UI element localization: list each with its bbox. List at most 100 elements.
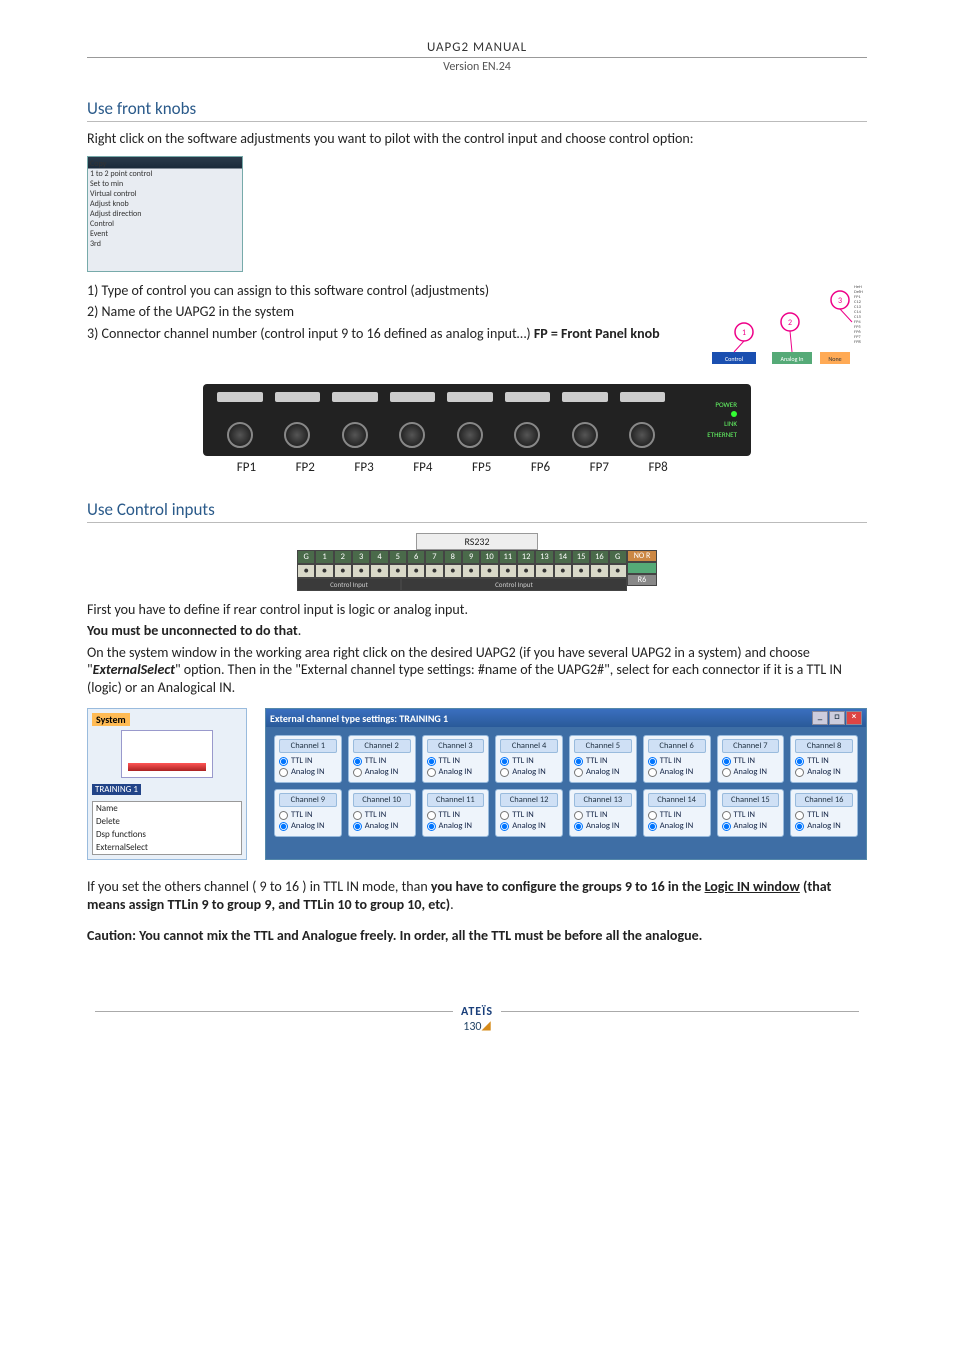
page-number: 130 xyxy=(463,1020,481,1034)
front-knobs-intro: Right click on the software adjustments … xyxy=(87,130,867,148)
external-channel-window: External channel type settings: TRAINING… xyxy=(265,708,867,860)
ttl-in-option[interactable]: TTL IN xyxy=(722,810,780,820)
channel-cell: Channel 10 TTL IN Analog IN xyxy=(348,789,416,837)
device-context-menu: Name Delete Dsp functions ExternalSelect xyxy=(92,801,242,855)
menu-item-dsp[interactable]: Dsp functions xyxy=(93,828,241,841)
channel-cell: Channel 16 TTL IN Analog IN xyxy=(790,789,858,837)
analog-in-option[interactable]: Analog IN xyxy=(353,821,411,831)
channel-cell: Channel 3 TTL IN Analog IN xyxy=(422,735,490,783)
analog-in-option[interactable]: Analog IN xyxy=(648,821,706,831)
channel-name: Channel 5 xyxy=(574,739,632,753)
channel-cell: Channel 15 TTL IN Analog IN xyxy=(717,789,785,837)
ttl-in-option[interactable]: TTL IN xyxy=(500,810,558,820)
channel-cell: Channel 11 TTL IN Analog IN xyxy=(422,789,490,837)
context-menu-image: Copy 1 to 2 point control Set to min Vir… xyxy=(87,156,243,272)
channel-cell: Channel 13 TTL IN Analog IN xyxy=(569,789,637,837)
channel-cell: Channel 12 TTL IN Analog IN xyxy=(495,789,563,837)
device-icon xyxy=(121,730,213,778)
channel-name: Channel 8 xyxy=(795,739,853,753)
channel-name: Channel 6 xyxy=(648,739,706,753)
svg-text:2: 2 xyxy=(788,318,792,328)
channel-name: Channel 1 xyxy=(279,739,337,753)
analog-in-option[interactable]: Analog IN xyxy=(279,821,337,831)
device-name: TRAINING 1 xyxy=(92,784,141,795)
channel-cell: Channel 2 TTL IN Analog IN xyxy=(348,735,416,783)
channel-name: Channel 14 xyxy=(648,793,706,807)
analog-in-option[interactable]: Analog IN xyxy=(427,821,485,831)
control-inputs-line2: You must be unconnected to do that. xyxy=(87,622,867,640)
caution-text: Caution: You cannot mix the TTL and Anal… xyxy=(87,927,867,945)
analog-in-option[interactable]: Analog IN xyxy=(574,767,632,777)
svg-text:None: None xyxy=(828,355,841,363)
ttl-in-option[interactable]: TTL IN xyxy=(353,810,411,820)
analog-in-option[interactable]: Analog IN xyxy=(353,767,411,777)
svg-text:1: 1 xyxy=(742,328,746,338)
close-icon[interactable]: × xyxy=(846,711,862,725)
svg-text:3: 3 xyxy=(838,296,842,306)
ttl-in-option[interactable]: TTL IN xyxy=(574,756,632,766)
analog-in-option[interactable]: Analog IN xyxy=(279,767,337,777)
ttl-in-option[interactable]: TTL IN xyxy=(500,756,558,766)
analog-in-option[interactable]: Analog IN xyxy=(427,767,485,777)
channel-name: Channel 12 xyxy=(500,793,558,807)
ttl-in-option[interactable]: TTL IN xyxy=(795,756,853,766)
ttl-in-option[interactable]: TTL IN xyxy=(427,756,485,766)
ttl-in-option[interactable]: TTL IN xyxy=(279,810,337,820)
ttl-in-option[interactable]: TTL IN xyxy=(574,810,632,820)
front-panel-image: POWER LINK ETHERNET xyxy=(203,384,751,456)
control-diagram: Control Analog In None 1 2 3 HeHDelH FP1… xyxy=(712,282,867,372)
analog-in-option[interactable]: Analog IN xyxy=(722,821,780,831)
section-heading-front-knobs: Use front knobs xyxy=(87,98,867,122)
channel-name: Channel 9 xyxy=(279,793,337,807)
channel-cell: Channel 7 TTL IN Analog IN xyxy=(717,735,785,783)
channel-name: Channel 15 xyxy=(722,793,780,807)
channel-name: Channel 7 xyxy=(722,739,780,753)
maximize-icon[interactable]: □ xyxy=(829,711,845,725)
ttl-in-option[interactable]: TTL IN xyxy=(648,756,706,766)
footer-logo-icon: ◢ xyxy=(482,1018,491,1033)
channel-name: Channel 11 xyxy=(427,793,485,807)
header-divider xyxy=(87,57,867,58)
channel-name: Channel 2 xyxy=(353,739,411,753)
minimize-icon[interactable]: _ xyxy=(812,711,828,725)
post-line-1: If you set the others channel ( 9 to 16 … xyxy=(87,878,867,913)
analog-in-option[interactable]: Analog IN xyxy=(722,767,780,777)
menu-item-externalselect[interactable]: ExternalSelect xyxy=(93,841,241,854)
ttl-in-option[interactable]: TTL IN xyxy=(795,810,853,820)
doc-header-title: UAPG2 MANUAL xyxy=(87,40,867,57)
ttl-in-option[interactable]: TTL IN xyxy=(427,810,485,820)
analog-in-option[interactable]: Analog IN xyxy=(500,821,558,831)
channel-cell: Channel 8 TTL IN Analog IN xyxy=(790,735,858,783)
menu-item-name[interactable]: Name xyxy=(93,802,241,815)
ttl-in-option[interactable]: TTL IN xyxy=(279,756,337,766)
channel-cell: Channel 9 TTL IN Analog IN xyxy=(274,789,342,837)
ttl-in-option[interactable]: TTL IN xyxy=(722,756,780,766)
channel-cell: Channel 5 TTL IN Analog IN xyxy=(569,735,637,783)
rs232-connector-image: RS232 G12345678910111213141516G ●●●●●●●●… xyxy=(297,533,657,591)
svg-text:Analog In: Analog In xyxy=(781,355,804,363)
analog-in-option[interactable]: Analog IN xyxy=(795,767,853,777)
control-inputs-line1: First you have to define if rear control… xyxy=(87,601,867,619)
analog-in-option[interactable]: Analog IN xyxy=(574,821,632,831)
system-tree-title: System xyxy=(92,713,130,726)
channel-name: Channel 13 xyxy=(574,793,632,807)
menu-item-delete[interactable]: Delete xyxy=(93,815,241,828)
channel-name: Channel 4 xyxy=(500,739,558,753)
ttl-in-option[interactable]: TTL IN xyxy=(353,756,411,766)
footer-brand: ATEÏS xyxy=(461,1005,493,1019)
analog-in-option[interactable]: Analog IN xyxy=(648,767,706,777)
ttl-in-option[interactable]: TTL IN xyxy=(648,810,706,820)
svg-text:Control: Control xyxy=(725,355,743,363)
analog-in-option[interactable]: Analog IN xyxy=(795,821,853,831)
channel-cell: Channel 4 TTL IN Analog IN xyxy=(495,735,563,783)
page-footer: ATEÏS 130◢ xyxy=(87,1005,867,1034)
channel-name: Channel 3 xyxy=(427,739,485,753)
channel-cell: Channel 1 TTL IN Analog IN xyxy=(274,735,342,783)
ext-window-title: External channel type settings: TRAINING… xyxy=(270,712,448,725)
analog-in-option[interactable]: Analog IN xyxy=(500,767,558,777)
channel-cell: Channel 6 TTL IN Analog IN xyxy=(643,735,711,783)
section-heading-control-inputs: Use Control inputs xyxy=(87,499,867,523)
channel-cell: Channel 14 TTL IN Analog IN xyxy=(643,789,711,837)
channel-name: Channel 16 xyxy=(795,793,853,807)
channel-name: Channel 10 xyxy=(353,793,411,807)
